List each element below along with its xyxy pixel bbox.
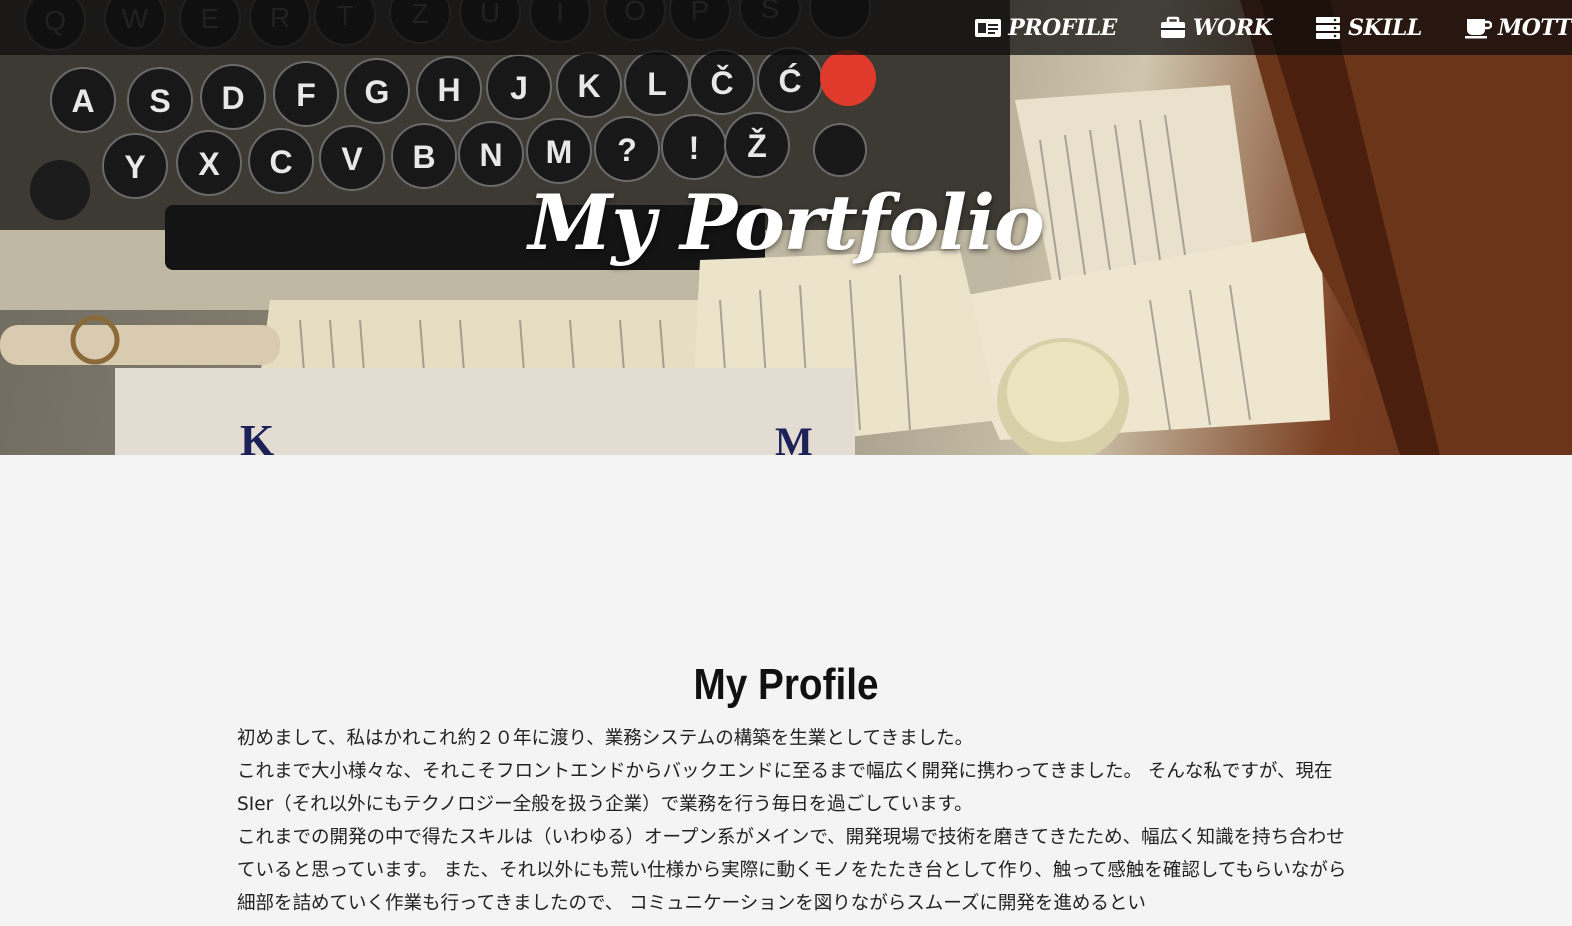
profile-body: 初めまして、私はかれこれ約２０年に渡り、業務システムの構築を生業としてきました。… <box>237 722 1352 920</box>
nav-item-motto[interactable]: MOTTO <box>1464 15 1572 41</box>
svg-text:K: K <box>577 68 600 104</box>
id-card-icon <box>975 18 1002 37</box>
svg-text:D: D <box>221 80 244 116</box>
svg-text:S: S <box>149 83 170 119</box>
svg-text:J: J <box>510 70 528 106</box>
svg-text:H: H <box>437 72 460 108</box>
nav-menu: PROFILE WORK SKILL MOTT <box>974 0 1572 55</box>
svg-text:M: M <box>546 134 573 170</box>
svg-text:Č: Č <box>710 65 733 101</box>
nav-item-label: MOTTO <box>1497 14 1572 41</box>
svg-text:F: F <box>296 77 316 113</box>
svg-text:L: L <box>647 66 667 102</box>
nav-item-skill[interactable]: SKILL <box>1314 15 1422 41</box>
svg-text:C: C <box>269 144 292 180</box>
nav-item-label: WORK <box>1192 14 1273 41</box>
svg-text:?: ? <box>617 132 637 168</box>
page: ASD FGH JKL ČĆ YXC VBN M?! Ž QWER TZUI O… <box>0 0 1572 926</box>
svg-text:V: V <box>341 141 363 177</box>
svg-text:M: M <box>775 419 813 455</box>
profile-paragraph: これまでの開発の中で得たスキルは（いわゆる）オープン系がメインで、開発現場で技術… <box>237 827 1347 914</box>
nav-item-work[interactable]: WORK <box>1159 14 1273 41</box>
hero-title: My Portfolio <box>528 178 1045 267</box>
svg-text:A: A <box>71 83 94 119</box>
profile-paragraph: 初めまして、私はかれこれ約２０年に渡り、業務システムの構築を生業としてきました。 <box>237 728 974 749</box>
svg-text:Ć: Ć <box>778 63 801 99</box>
coffee-cup-icon <box>1464 18 1492 38</box>
profile-paragraph: これまで大小様々な、それこそフロントエンドからバックエンドに至るまで幅広く開発に… <box>237 761 1333 815</box>
profile-section: My Profile 初めまして、私はかれこれ約２０年に渡り、業務システムの構築… <box>0 455 1572 926</box>
nav-item-label: SKILL <box>1348 14 1422 41</box>
nav-item-profile[interactable]: PROFILE <box>974 15 1117 41</box>
svg-text:N: N <box>479 137 502 173</box>
top-navbar: PROFILE WORK SKILL MOTT <box>0 0 1572 55</box>
briefcase-icon <box>1160 16 1185 38</box>
svg-text:Ž: Ž <box>747 128 767 164</box>
svg-text:G: G <box>365 74 390 110</box>
nav-item-label: PROFILE <box>1008 14 1117 41</box>
svg-text:X: X <box>198 146 220 182</box>
svg-text:B: B <box>412 139 435 175</box>
hero-banner: ASD FGH JKL ČĆ YXC VBN M?! Ž QWER TZUI O… <box>0 0 1572 455</box>
svg-text:K: K <box>240 416 274 455</box>
server-icon <box>1316 16 1341 39</box>
section-heading: My Profile <box>693 660 879 709</box>
svg-text:!: ! <box>689 130 700 166</box>
